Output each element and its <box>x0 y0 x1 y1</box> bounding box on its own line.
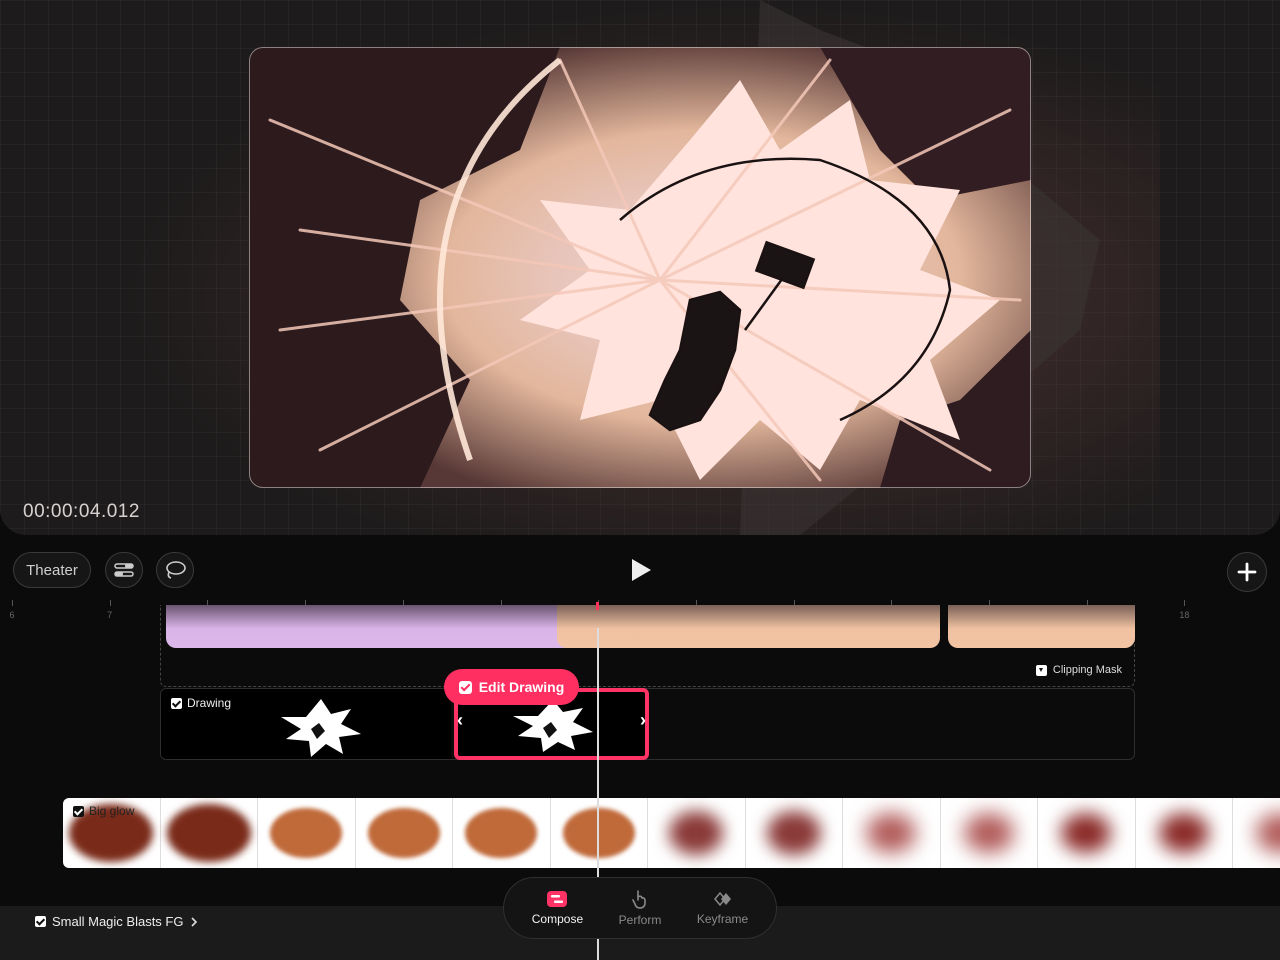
mask-icon <box>1035 664 1047 676</box>
glow-frame[interactable] <box>356 798 453 868</box>
glow-blob <box>367 808 440 858</box>
ruler-tick <box>109 600 111 606</box>
checkbox-icon <box>458 680 472 694</box>
glow-frame[interactable] <box>648 798 746 868</box>
glow-blob <box>866 813 917 853</box>
drawing-frame[interactable]: Drawing <box>161 689 451 759</box>
ruler-tick-label: 7 <box>107 610 113 620</box>
glow-frame[interactable] <box>453 798 551 868</box>
canvas-viewer[interactable]: 00:00:04.012 <box>0 0 1280 535</box>
glow-frame[interactable] <box>746 798 843 868</box>
trim-right-handle[interactable]: › <box>640 710 646 731</box>
layer-breadcrumb[interactable]: Small Magic Blasts FG <box>35 914 199 929</box>
big-glow-track[interactable] <box>63 798 1280 868</box>
drawing-label-text: Drawing <box>187 696 232 710</box>
clipping-mask-badge[interactable]: Clipping Mask <box>1035 664 1122 676</box>
theater-button[interactable]: Theater <box>13 552 91 588</box>
timeline-toolbar: Theater <box>0 544 1280 596</box>
lasso-icon <box>166 561 186 579</box>
glow-blob <box>766 811 821 855</box>
play-button[interactable] <box>626 555 656 585</box>
drawing-track[interactable]: Drawing ‹ › <box>160 688 1135 760</box>
hand-pointer-icon <box>632 890 646 909</box>
mode-switcher: Compose Perform Keyframe <box>503 877 777 939</box>
chevron-right-icon <box>191 916 198 927</box>
add-layer-button[interactable] <box>1227 552 1267 592</box>
glow-frame[interactable] <box>1136 798 1233 868</box>
edit-drawing-label: Edit Drawing <box>478 679 565 695</box>
glow-blob <box>963 813 1014 853</box>
layer-name: Small Magic Blasts FG <box>52 914 184 929</box>
glow-frame[interactable] <box>1233 798 1280 868</box>
ruler-tick-label: 6 <box>9 610 15 620</box>
peach-clip[interactable] <box>557 605 940 648</box>
glow-frame[interactable] <box>551 798 648 868</box>
glow-frame[interactable] <box>1038 798 1136 868</box>
checkbox-icon[interactable] <box>171 697 182 709</box>
ruler-tick <box>12 600 13 606</box>
keyframe-icon <box>713 891 731 907</box>
drawing-track-label[interactable]: Drawing <box>171 696 231 710</box>
plus-icon <box>1237 562 1257 582</box>
glow-frame[interactable] <box>941 798 1038 868</box>
glow-blob <box>669 811 724 855</box>
sliders-icon <box>114 563 134 577</box>
play-icon <box>632 559 651 581</box>
ruler-tick-label: 18 <box>1179 610 1190 620</box>
checkbox-icon[interactable] <box>35 916 46 927</box>
playhead-marker[interactable] <box>596 602 599 610</box>
keyframe-label: Keyframe <box>696 912 749 926</box>
compose-tab[interactable]: Compose <box>532 890 583 926</box>
clipping-mask-track[interactable]: Clipping Mask <box>160 605 1135 687</box>
glow-blob <box>1158 813 1209 853</box>
glow-frame[interactable] <box>258 798 356 868</box>
big-glow-track-label[interactable]: Big glow <box>73 804 134 818</box>
compose-label: Compose <box>531 912 584 926</box>
compose-icon <box>547 891 568 907</box>
glow-blob <box>270 808 343 858</box>
glow-blob <box>1256 813 1280 853</box>
glow-blob <box>465 808 538 858</box>
perform-label: Perform <box>618 913 662 927</box>
ruler-tick <box>1184 600 1186 606</box>
glow-frame[interactable] <box>161 798 258 868</box>
canvas-frame <box>249 47 1031 488</box>
edit-drawing-button[interactable]: Edit Drawing <box>444 669 579 705</box>
big-glow-label-text: Big glow <box>89 804 135 818</box>
track-settings-button[interactable] <box>105 552 143 588</box>
keyframe-tab[interactable]: Keyframe <box>697 890 748 926</box>
glow-blob <box>1061 813 1112 853</box>
glow-blob <box>166 804 251 862</box>
lasso-button[interactable] <box>156 552 194 588</box>
peach-clip-2[interactable] <box>948 605 1135 648</box>
clipping-mask-label: Clipping Mask <box>1052 664 1122 676</box>
checkbox-icon[interactable] <box>73 805 84 817</box>
timecode: 00:00:04.012 <box>23 501 140 522</box>
perform-tab[interactable]: Perform <box>618 889 662 927</box>
glow-frame[interactable] <box>843 798 941 868</box>
